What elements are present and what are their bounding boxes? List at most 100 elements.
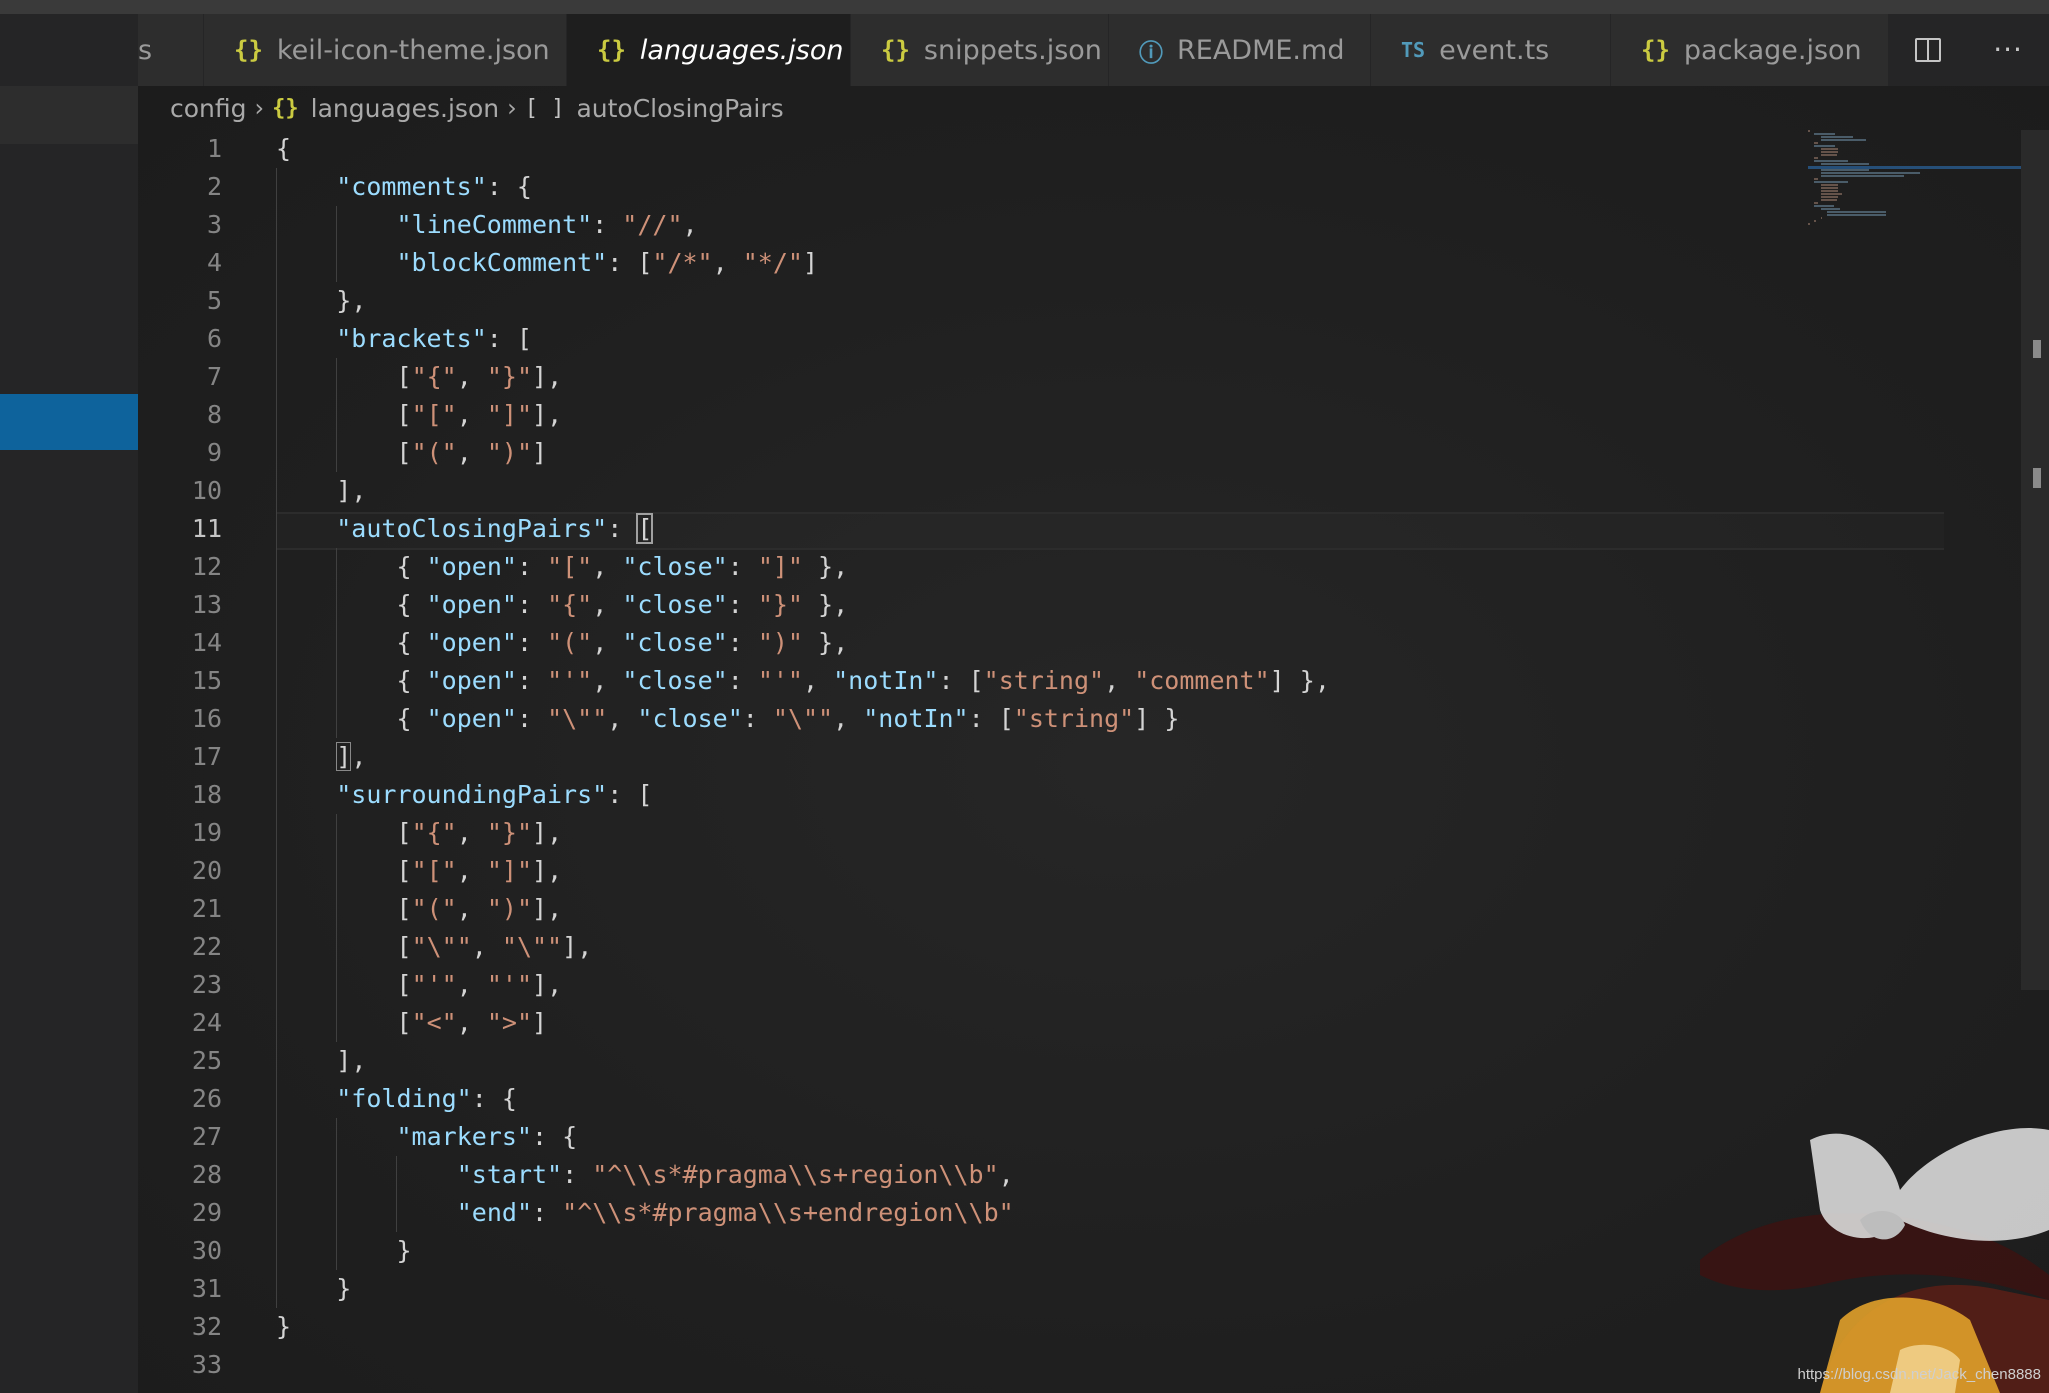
array-symbol-icon: [ ]: [524, 95, 565, 121]
line-code: ["[", "]"],: [396, 856, 563, 885]
code-line[interactable]: 18 "surroundingPairs": [: [138, 776, 2018, 814]
minimap-line: [1814, 202, 1818, 204]
minimap-line: [1814, 133, 1836, 135]
line-number: 25: [191, 1046, 222, 1075]
code-line[interactable]: 14 { "open": "(", "close": ")" },: [138, 624, 2018, 662]
line-code: ["<", ">"]: [396, 1008, 548, 1037]
line-number: 20: [191, 856, 222, 885]
json-braces-icon: {}: [881, 36, 910, 64]
code-line[interactable]: 8 ["[", "]"],: [138, 396, 2018, 434]
code-line[interactable]: 5 },: [138, 282, 2018, 320]
code-line[interactable]: 2 "comments": {: [138, 168, 2018, 206]
line-number: 9: [206, 438, 222, 467]
breadcrumb-symbol[interactable]: autoClosingPairs: [576, 94, 783, 123]
breadcrumb-folder[interactable]: config: [170, 94, 247, 123]
breadcrumb: config › {} languages.json › [ ] autoClo…: [170, 86, 784, 130]
minimap-viewport[interactable]: [1808, 166, 2023, 169]
line-number: 21: [191, 894, 222, 923]
code-line[interactable]: 24 ["<", ">"]: [138, 1004, 2018, 1042]
minimap-line: [1820, 139, 1866, 141]
chevron-right-icon: ›: [254, 94, 265, 122]
code-line[interactable]: 20 ["[", "]"],: [138, 852, 2018, 890]
line-number: 1: [206, 134, 222, 163]
line-code: ["\"", "\""],: [396, 932, 593, 961]
code-line[interactable]: 22 ["\"", "\""],: [138, 928, 2018, 966]
code-line[interactable]: 11 "autoClosingPairs": [: [138, 510, 2018, 548]
line-number: 13: [191, 590, 222, 619]
watermark-url: https://blog.csdn.net/Jack_chen8888: [1797, 1366, 2041, 1383]
line-number: 4: [206, 248, 222, 277]
code-line[interactable]: 3 "lineComment": "//",: [138, 206, 2018, 244]
line-number: 27: [191, 1122, 222, 1151]
vertical-scrollbar[interactable]: [2021, 130, 2049, 990]
tab-label: languages.json: [639, 34, 844, 66]
code-line[interactable]: 17 ],: [138, 738, 2018, 776]
line-code: ],: [336, 476, 367, 505]
tab-package-json[interactable]: {} package.json: [1611, 14, 1889, 86]
code-line[interactable]: 19 ["{", "}"],: [138, 814, 2018, 852]
editor-window: s {} keil-icon-theme.json {} languages.j…: [0, 0, 2049, 1393]
line-code: "folding": {: [336, 1084, 517, 1113]
minimap-line: [1820, 154, 1837, 156]
tab-event-ts[interactable]: TS event.ts: [1371, 14, 1611, 86]
line-code: { "open": "(", "close": ")" },: [396, 628, 849, 657]
code-line[interactable]: 10 ],: [138, 472, 2018, 510]
minimap-line: [1814, 220, 1816, 222]
line-number: 10: [191, 476, 222, 505]
line-code: ["{", "}"],: [396, 362, 563, 391]
line-number: 30: [191, 1236, 222, 1265]
code-line[interactable]: 13 { "open": "{", "close": "}" },: [138, 586, 2018, 624]
tab-label: snippets.json: [923, 34, 1102, 66]
more-actions-icon[interactable]: ···: [1993, 36, 2023, 64]
line-number: 8: [206, 400, 222, 429]
line-code: ["(", ")"],: [396, 894, 563, 923]
minimap-line: [1827, 214, 1887, 216]
line-number: 19: [191, 818, 222, 847]
line-number: 24: [191, 1008, 222, 1037]
minimap[interactable]: [1808, 130, 2018, 270]
tab-languages-json[interactable]: {} languages.json ×: [567, 14, 885, 86]
line-number: 18: [191, 780, 222, 809]
code-line[interactable]: 23 ["'", "'"],: [138, 966, 2018, 1004]
side-bar-selected-item[interactable]: [0, 394, 138, 450]
line-number: 6: [206, 324, 222, 353]
line-number: 17: [191, 742, 222, 771]
line-code: }: [336, 1274, 352, 1303]
minimap-line: [1820, 196, 1839, 198]
minimap-line: [1814, 181, 1848, 183]
split-editor-icon[interactable]: [1915, 38, 1942, 62]
code-line[interactable]: 15 { "open": "'", "close": "'", "notIn":…: [138, 662, 2018, 700]
minimap-line: [1814, 178, 1818, 180]
side-bar: [0, 14, 138, 1393]
line-code: ],: [336, 742, 367, 771]
anime-character-wallpaper: [1700, 1128, 2049, 1393]
minimap-line: [1808, 130, 1810, 132]
tab-label: package.json: [1683, 34, 1862, 66]
indent-guide: [396, 1156, 398, 1232]
code-line[interactable]: 4 "blockComment": ["/*", "*/"]: [138, 244, 2018, 282]
tab-overflow[interactable]: s: [138, 14, 204, 86]
scrollbar-marker: [2033, 340, 2041, 358]
minimap-line: [1814, 145, 1836, 147]
code-line[interactable]: 16 { "open": "\"", "close": "\"", "notIn…: [138, 700, 2018, 738]
line-number: 2: [206, 172, 222, 201]
code-line[interactable]: 7 ["{", "}"],: [138, 358, 2018, 396]
minimap-line: [1814, 160, 1848, 162]
code-line[interactable]: 21 ["(", ")"],: [138, 890, 2018, 928]
json-braces-icon: {}: [272, 95, 299, 121]
tab-snippets-json[interactable]: {} snippets.json: [851, 14, 1109, 86]
line-code: ["(", ")"]: [396, 438, 548, 467]
line-code: { "open": "'", "close": "'", "notIn": ["…: [396, 666, 1330, 695]
line-number: 32: [191, 1312, 222, 1341]
minimap-line: [1820, 190, 1839, 192]
indent-guide: [336, 1118, 338, 1270]
breadcrumb-file[interactable]: languages.json: [311, 94, 499, 123]
code-line[interactable]: 9 ["(", ")"]: [138, 434, 2018, 472]
tab-keil-icon-theme[interactable]: {} keil-icon-theme.json: [204, 14, 567, 86]
code-line[interactable]: 12 { "open": "[", "close": "]" },: [138, 548, 2018, 586]
scrollbar-marker: [2033, 468, 2041, 488]
tab-readme[interactable]: ⓘ README.md: [1109, 14, 1371, 86]
code-line[interactable]: 1{: [138, 130, 2018, 168]
code-line[interactable]: 6 "brackets": [: [138, 320, 2018, 358]
line-number: 29: [191, 1198, 222, 1227]
